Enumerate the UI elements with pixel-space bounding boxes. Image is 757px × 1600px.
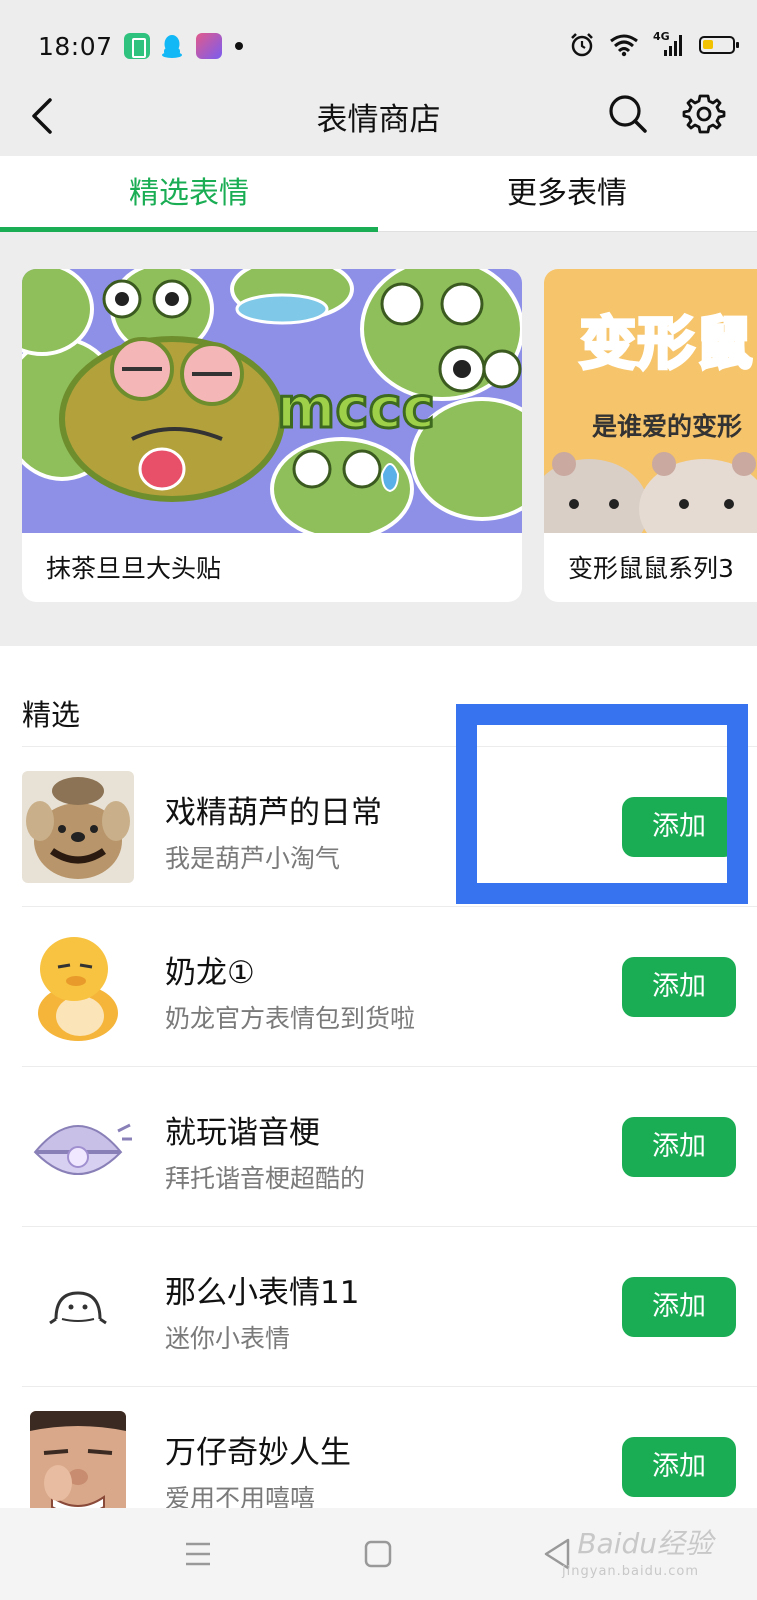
gear-icon [682,94,726,134]
banner-image-text: mccc [277,376,435,441]
banner-label: 变形鼠鼠系列3 [568,554,734,583]
watermark-subtext: jingyan.baidu.com [562,1564,699,1579]
notification-dot [235,42,243,50]
banner-carousel[interactable]: mccc 抹茶旦旦大头贴 变形鼠 是谁爱的变形 变形鼠鼠系列3 [0,233,757,646]
battery-icon [699,36,739,54]
sticker-list-item[interactable]: 就玩谐音梗 拜托谐音梗超酷的 添加 [0,1067,757,1227]
sticker-title: 就玩谐音梗 [165,1115,320,1151]
search-icon [609,95,647,133]
sticker-title: 万仔奇妙人生 [165,1435,351,1471]
sticker-list-item[interactable]: 那么小表情11 迷你小表情 添加 [0,1227,757,1387]
app-icon [196,33,222,59]
active-tab-indicator [0,227,378,232]
sticker-subtitle: 拜托谐音梗超酷的 [165,1164,366,1193]
sticker-thumbnail-milk-dragon [22,931,134,1043]
qq-icon [160,33,184,59]
tab-bar: 精选表情 更多表情 [0,156,757,232]
menu-button[interactable] [172,1528,224,1580]
alarm-icon [571,33,593,57]
search-button[interactable] [604,90,652,138]
sticker-list-item[interactable]: 万仔奇妙人生 爱用不用嘻嘻 添加 [0,1387,757,1508]
tab-more-stickers[interactable]: 更多表情 [378,156,756,232]
sticker-thumbnail-face [30,1411,126,1508]
add-button[interactable]: 添加 [622,957,736,1017]
sticker-subtitle: 奶龙官方表情包到货啦 [165,1004,416,1033]
sticker-thumbnail-dog [22,771,134,883]
sticker-subtitle: 我是葫芦小淘气 [165,844,341,873]
sticker-subtitle: 爱用不用嘻嘻 [165,1484,316,1508]
sticker-title: 戏精葫芦的日常 [165,795,382,831]
status-time: 18:07 [38,32,113,61]
battery-saver-app-icon [124,33,150,59]
signal-icon: 4G [653,30,685,58]
highlight-annotation-box [456,704,748,904]
sticker-title: 那么小表情11 [165,1275,360,1311]
menu-icon [186,1542,210,1566]
home-button[interactable] [352,1528,404,1580]
banner-card[interactable]: 变形鼠 是谁爱的变形 变形鼠鼠系列3 [544,269,757,602]
add-button[interactable]: 添加 [622,1277,736,1337]
add-button[interactable]: 添加 [622,1117,736,1177]
status-right-icons: 4G [569,30,739,60]
banner-image-frogs: mccc [22,269,522,533]
banner-label: 抹茶旦旦大头贴 [46,554,222,583]
sticker-subtitle: 迷你小表情 [165,1324,291,1353]
sticker-thumbnail-mini [22,1251,134,1363]
section-header: 精选 [22,698,81,732]
sticker-thumbnail-clam [22,1091,134,1203]
home-square-icon [364,1540,392,1568]
tab-featured-stickers[interactable]: 精选表情 [0,156,378,232]
watermark: Baidu经验 [577,1527,713,1560]
settings-button[interactable] [680,90,728,138]
banner-image-hamsters: 变形鼠 是谁爱的变形 [544,269,757,533]
sticker-title: 奶龙① [165,955,255,991]
banner-card[interactable]: mccc 抹茶旦旦大头贴 [22,269,522,602]
wifi-icon [610,34,638,57]
add-button[interactable]: 添加 [622,1437,736,1497]
sticker-list-item[interactable]: 奶龙① 奶龙官方表情包到货啦 添加 [0,907,757,1067]
title-bar: 表情商店 [0,76,757,156]
